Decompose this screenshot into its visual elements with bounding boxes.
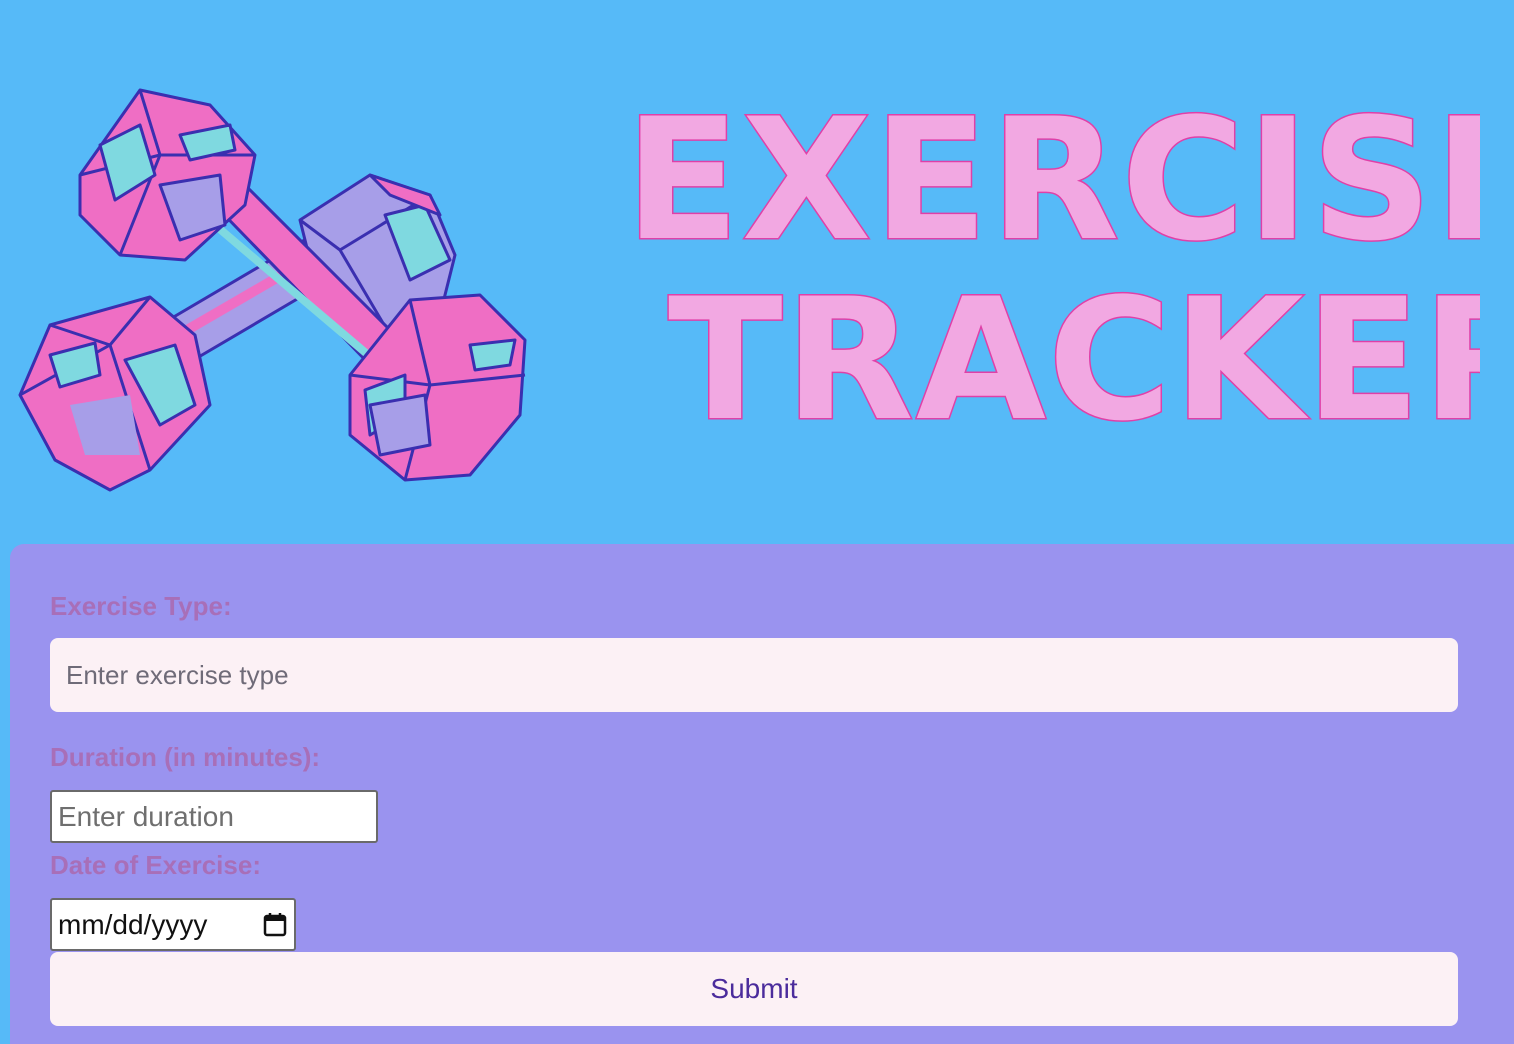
date-placeholder: mm/dd/yyyy [58,908,208,940]
app-title: EXERCISE TRACKER [624,81,1481,451]
exercise-type-input[interactable] [50,638,1458,712]
header: EXERCISE TRACKER [0,0,1514,545]
submit-button[interactable]: Submit [50,952,1458,1026]
dumbbells-icon [18,88,527,492]
exercise-type-label: Exercise Type: [50,591,232,621]
date-input[interactable]: mm/dd/yyyy [50,898,296,951]
date-label: Date of Exercise: [50,850,261,880]
calendar-icon[interactable] [262,912,288,938]
title-line-1: EXERCISE [625,82,1480,278]
duration-input[interactable] [50,790,378,843]
exercise-form: Exercise Type: Duration (in minutes): Da… [10,544,1514,1044]
title-line-2: TRACKER [668,262,1480,450]
duration-label: Duration (in minutes): [50,742,321,772]
